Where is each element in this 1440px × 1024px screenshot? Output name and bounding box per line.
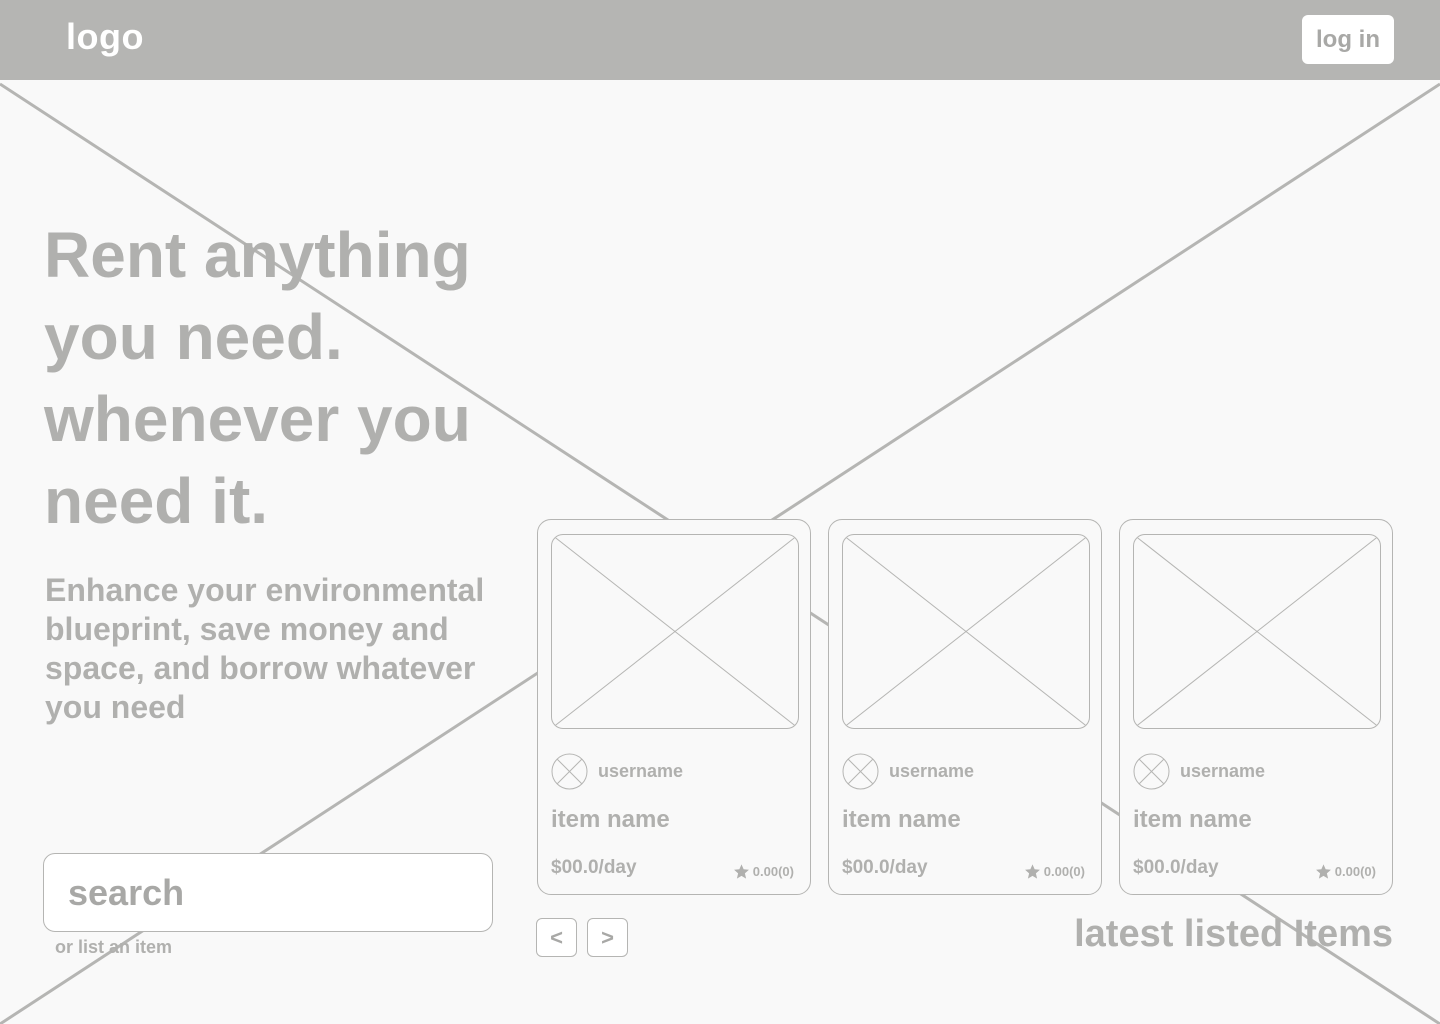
item-price: $00.0/day [842, 857, 928, 878]
item-name: item name [1133, 806, 1252, 833]
login-button[interactable]: log in [1302, 15, 1394, 64]
listing-card[interactable]: username item name $00.0/day 0.00(0) [537, 519, 811, 895]
logo[interactable]: logo [66, 16, 144, 58]
hero-title: Rent anything you need. whenever you nee… [44, 214, 544, 542]
hero-title-line: you need. [44, 301, 343, 373]
username: username [889, 761, 975, 781]
hero-subtitle: Enhance your environmental blueprint, sa… [45, 572, 485, 725]
star-icon [733, 864, 749, 879]
rating-value: 0.00(0) [1043, 864, 1085, 879]
avatar [1133, 753, 1170, 790]
star-icon [1024, 864, 1040, 879]
item-rating: 0.00(0) [1315, 863, 1376, 880]
item-name: item name [551, 806, 670, 833]
avatar [842, 753, 879, 790]
item-image-placeholder [1133, 534, 1381, 729]
item-rating: 0.00(0) [1024, 863, 1085, 880]
item-price: $00.0/day [1133, 857, 1219, 878]
rating-value: 0.00(0) [752, 864, 794, 879]
search-input[interactable] [43, 853, 493, 932]
previous-button[interactable]: < [536, 918, 577, 957]
page: logo log in Rent anything you need. when… [0, 0, 1440, 1024]
item-image-placeholder [842, 534, 1090, 729]
listing-card[interactable]: username item name $00.0/day 0.00(0) [1119, 519, 1393, 895]
top-navbar: logo log in [0, 0, 1440, 80]
avatar [551, 753, 588, 790]
listing-card[interactable]: username item name $00.0/day 0.00(0) [828, 519, 1102, 895]
item-rating: 0.00(0) [733, 863, 794, 880]
star-icon [1315, 864, 1331, 879]
section-title: latest listed Items [1074, 913, 1393, 955]
hero-title-line: need it. [44, 465, 269, 537]
next-button[interactable]: > [587, 918, 628, 957]
username: username [1180, 761, 1266, 781]
item-name: item name [842, 806, 961, 833]
rating-value: 0.00(0) [1334, 864, 1376, 879]
hero-title-line: Rent anything [44, 219, 471, 291]
item-price: $00.0/day [551, 857, 637, 878]
username: username [598, 761, 684, 781]
hero-title-line: whenever you [44, 383, 471, 455]
list-item-link[interactable]: or list an item [55, 937, 172, 958]
item-image-placeholder [551, 534, 799, 729]
